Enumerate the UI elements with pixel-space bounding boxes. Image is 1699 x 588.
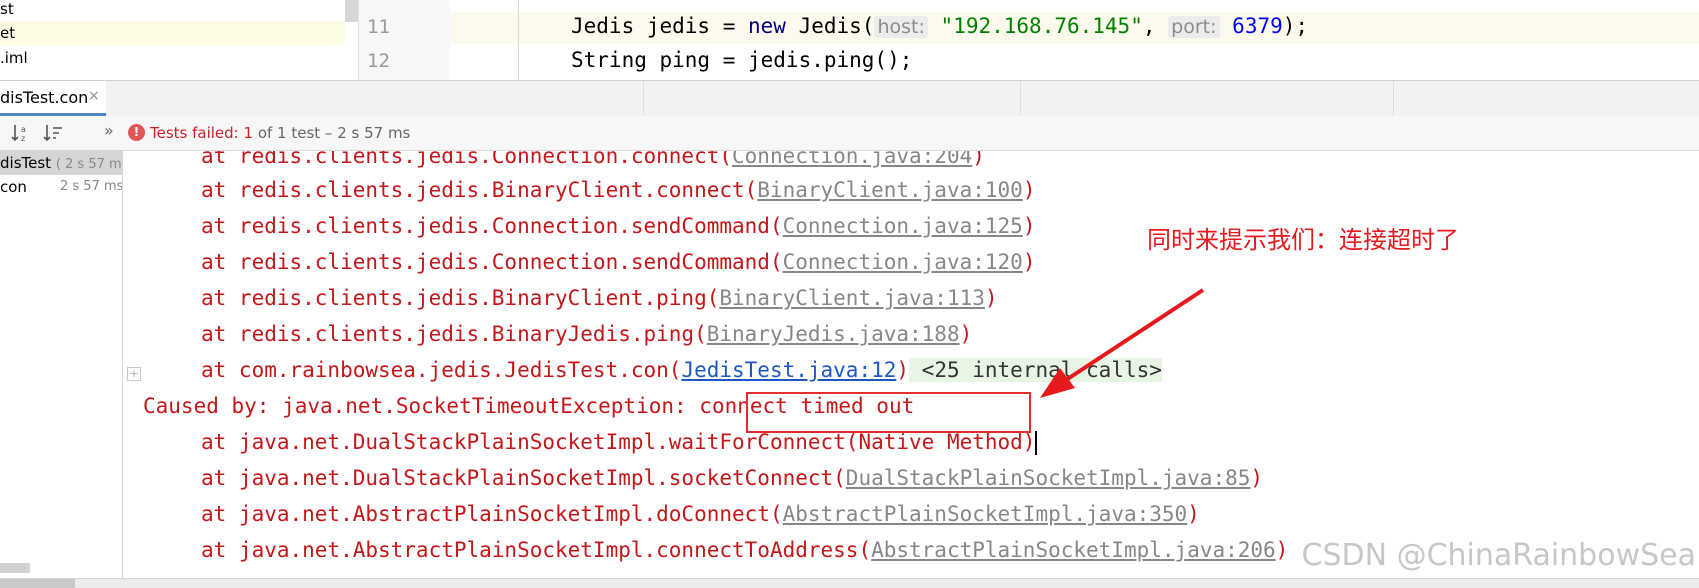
watermark: CSDN @ChinaRainbowSea: [1301, 538, 1697, 573]
tree-item-selected[interactable]: et: [0, 21, 345, 45]
stack-text: at java.net.AbstractPlainSocketImpl.conn…: [201, 538, 872, 562]
code-token: Jedis jedis =: [571, 14, 749, 38]
stack-line: at redis.clients.jedis.BinaryClient.conn…: [201, 177, 1035, 203]
error-icon: !: [128, 124, 145, 141]
stack-link[interactable]: BinaryClient.java:100: [757, 178, 1023, 202]
svg-text:z: z: [21, 134, 25, 143]
sort-by-duration-icon[interactable]: [42, 123, 64, 143]
code-editor[interactable]: Jedis jedis = new Jedis(host: "192.168.7…: [450, 0, 1699, 80]
stack-text: at java.net.DualStackPlainSocketImpl.wai…: [201, 430, 1036, 454]
svg-text:a: a: [21, 125, 26, 134]
run-tab[interactable]: disTest.con ×: [0, 81, 106, 116]
tree-item-label: st: [0, 0, 14, 18]
line-number: 11: [367, 16, 390, 38]
code-token: ,: [1142, 14, 1156, 38]
stack-link[interactable]: AbstractPlainSocketImpl.java:206: [871, 538, 1276, 562]
console-output[interactable]: + at redis.clients.jedis.Connection.conn…: [123, 151, 1699, 587]
stack-text: ): [1022, 250, 1036, 274]
stack-text: ): [959, 322, 973, 346]
tree-scrollbar[interactable]: [345, 0, 358, 22]
internal-calls-fold[interactable]: <25 internal calls>: [909, 358, 1162, 382]
stack-text: at redis.clients.jedis.Connection.sendCo…: [201, 214, 783, 238]
test-node-class[interactable]: disTest ( 2 s 57 ms: [0, 151, 122, 175]
stack-link[interactable]: DualStackPlainSocketImpl.java:85: [846, 466, 1251, 490]
stack-line: at java.net.AbstractPlainSocketImpl.doCo…: [201, 501, 1200, 527]
stack-line: at redis.clients.jedis.BinaryJedis.ping(…: [201, 321, 972, 347]
status-summary-text: of 1 test – 2 s 57 ms: [253, 124, 411, 142]
test-status: Tests failed: 1 of 1 test – 2 s 57 ms: [150, 124, 410, 142]
line-number: 12: [367, 50, 390, 72]
chevron-more-icon[interactable]: »: [104, 121, 114, 140]
stack-text: at redis.clients.jedis.BinaryClient.ping…: [201, 286, 720, 310]
code-token: Jedis(: [785, 14, 875, 38]
stack-line: at java.net.AbstractPlainSocketImpl.conn…: [201, 537, 1288, 563]
tab-divider: [1020, 81, 1021, 116]
stack-link[interactable]: BinaryClient.java:113: [719, 286, 985, 310]
stack-text: at redis.clients.jedis.BinaryClient.conn…: [201, 178, 758, 202]
tree-item-label: .iml: [0, 49, 28, 67]
test-node-time: 2 s 57 ms: [60, 179, 122, 194]
stack-text: at redis.clients.jedis.Connection.sendCo…: [201, 250, 783, 274]
stack-text: ): [1275, 538, 1289, 562]
stack-link-source[interactable]: JedisTest.java:12: [681, 358, 896, 382]
run-toolbar: a z » ! Tests failed: 1 of 1 test – 2 s …: [0, 116, 1699, 151]
stack-line: at redis.clients.jedis.Connection.connec…: [201, 151, 985, 169]
stack-line: at redis.clients.jedis.Connection.sendCo…: [201, 213, 1035, 239]
stack-link[interactable]: AbstractPlainSocketImpl.java:350: [783, 502, 1188, 526]
test-node-label: con: [0, 178, 27, 196]
test-node-label: disTest: [0, 154, 52, 172]
close-icon[interactable]: ×: [88, 88, 100, 104]
stack-line: at redis.clients.jedis.Connection.sendCo…: [201, 249, 1035, 275]
param-hint-host: host:: [874, 16, 928, 38]
status-failed-text: Tests failed: 1: [150, 124, 254, 142]
annotation-text: 同时来提示我们：连接超时了: [1147, 226, 1459, 254]
test-node-method[interactable]: con 2 s 57 ms: [0, 175, 122, 199]
tree-item[interactable]: st: [0, 0, 345, 21]
number-literal: 6379: [1232, 14, 1283, 38]
tree-horizontal-scrollbar[interactable]: [0, 563, 30, 573]
test-results-tree: disTest ( 2 s 57 ms con 2 s 57 ms: [0, 151, 123, 587]
sort-alphabetically-icon[interactable]: a z: [10, 123, 32, 143]
string-literal: "192.168.76.145": [940, 14, 1143, 38]
project-tree: st et .iml: [0, 0, 358, 80]
stack-text: at com.rainbowsea.jedis.JedisTest.con(: [201, 358, 682, 382]
test-node-time: ( 2 s 57 ms: [55, 157, 122, 172]
indent-guide: [518, 0, 519, 80]
caused-by-text: Caused by: java.net.SocketTimeoutExcepti…: [143, 394, 700, 418]
stack-text: ): [1250, 466, 1264, 490]
stack-link[interactable]: Connection.java:125: [783, 214, 1023, 238]
param-hint-port: port:: [1168, 16, 1220, 38]
stack-text: at java.net.DualStackPlainSocketImpl.soc…: [201, 466, 846, 490]
stack-line: at redis.clients.jedis.BinaryClient.ping…: [201, 285, 998, 311]
code-line-11: Jedis jedis = new Jedis(host: "192.168.7…: [571, 14, 1308, 38]
stack-text: ): [1022, 178, 1036, 202]
stack-link[interactable]: Connection.java:204: [732, 151, 972, 168]
stack-text: at redis.clients.jedis.Connection.connec…: [201, 151, 733, 168]
stack-text: ): [984, 286, 998, 310]
keyword-new: new: [748, 14, 786, 38]
stack-line: at com.rainbowsea.jedis.JedisTest.con(Je…: [201, 357, 1162, 383]
stack-text: ): [1187, 502, 1200, 526]
tab-divider: [643, 81, 644, 116]
stack-text: at java.net.AbstractPlainSocketImpl.doCo…: [201, 502, 783, 526]
stack-link[interactable]: BinaryJedis.java:188: [707, 322, 960, 346]
tree-item-label: et: [0, 24, 16, 42]
stack-text: ): [972, 151, 985, 168]
text-caret: [1035, 431, 1038, 455]
run-tab-bar: disTest.con ×: [0, 80, 1699, 117]
stack-text: ): [896, 358, 910, 382]
code-line-12: String ping = jedis.ping();: [571, 48, 913, 72]
stack-link[interactable]: Connection.java:120: [783, 250, 1023, 274]
expand-icon[interactable]: +: [127, 367, 141, 381]
tab-divider: [1393, 81, 1394, 116]
annotation-highlight-box: [746, 392, 1031, 433]
stack-text: at redis.clients.jedis.BinaryJedis.ping(: [201, 322, 707, 346]
run-tab-label: disTest.con: [0, 88, 89, 107]
stack-text: ): [1022, 214, 1036, 238]
tree-item[interactable]: .iml: [0, 46, 345, 70]
code-token: );: [1282, 14, 1309, 38]
stack-line: at java.net.DualStackPlainSocketImpl.soc…: [201, 465, 1263, 491]
editor-gutter: 11 12: [358, 0, 451, 80]
